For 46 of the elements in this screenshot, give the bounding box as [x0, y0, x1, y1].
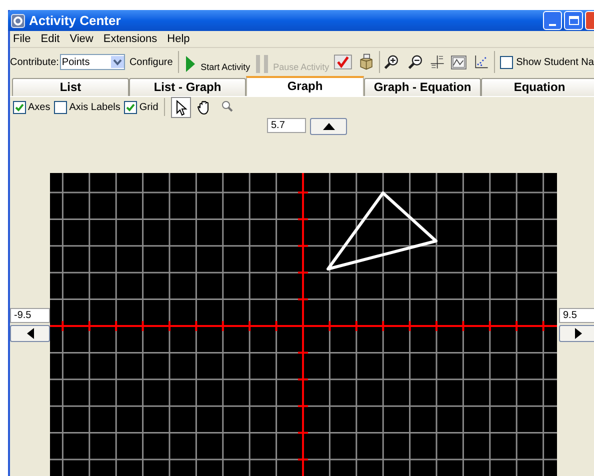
checkbox[interactable]: [54, 100, 68, 114]
tab[interactable]: List - Graph: [129, 78, 246, 96]
checkbox-label: Axes: [28, 100, 50, 114]
axis-scale-icon[interactable]: [430, 53, 444, 72]
dropdown-arrow-icon: [111, 56, 124, 68]
x-max-field[interactable]: 9.5: [559, 308, 594, 323]
right-arrow-icon: [575, 328, 582, 339]
window-title: Activity Center: [29, 12, 121, 30]
checkbox-label: Show Student Na: [516, 56, 594, 70]
menu-item[interactable]: View: [70, 30, 94, 48]
pause-icon: [256, 55, 268, 74]
tab[interactable]: List: [12, 78, 129, 96]
graph-window-icon[interactable]: [451, 54, 467, 71]
play-icon: [184, 55, 196, 74]
tab[interactable]: Equation: [481, 78, 594, 96]
y-max-field[interactable]: 5.7: [267, 118, 306, 133]
close-button[interactable]: [585, 11, 594, 30]
zoom-in-icon[interactable]: [384, 53, 400, 72]
checkmark-icon[interactable]: [334, 53, 352, 72]
menu-item[interactable]: File: [13, 30, 31, 48]
package-icon[interactable]: [359, 52, 374, 72]
scroll-up-button[interactable]: [310, 118, 347, 135]
contribute-dropdown[interactable]: Points: [60, 54, 126, 70]
up-arrow-icon: [322, 123, 334, 130]
checkbox-label: Grid: [139, 100, 158, 114]
checkbox[interactable]: [124, 100, 138, 114]
minimize-button[interactable]: [543, 11, 562, 30]
start-activity-button[interactable]: Start Activity: [184, 51, 250, 74]
x-min-field[interactable]: -9.5: [10, 308, 50, 323]
left-arrow-icon: [26, 328, 34, 339]
contribute-label: Contribute:: [10, 56, 59, 70]
app-icon: [11, 14, 25, 28]
pointer-icon[interactable]: [171, 96, 192, 118]
menu-item[interactable]: Edit: [40, 30, 60, 48]
checkbox[interactable]: [500, 56, 514, 69]
zoom-out-icon[interactable]: [408, 53, 423, 72]
tab[interactable]: Graph - Equation: [364, 78, 481, 96]
tab[interactable]: Graph: [246, 76, 364, 96]
checkbox[interactable]: [13, 100, 26, 114]
menu-item[interactable]: Help: [167, 30, 190, 48]
maximize-button[interactable]: [564, 11, 583, 30]
menu-item[interactable]: Extensions: [103, 30, 158, 48]
checkbox-label: Axis Labels: [69, 100, 120, 114]
configure-button[interactable]: Configure: [128, 54, 174, 70]
scroll-left-button[interactable]: [10, 325, 50, 342]
scroll-right-button[interactable]: [559, 325, 594, 342]
